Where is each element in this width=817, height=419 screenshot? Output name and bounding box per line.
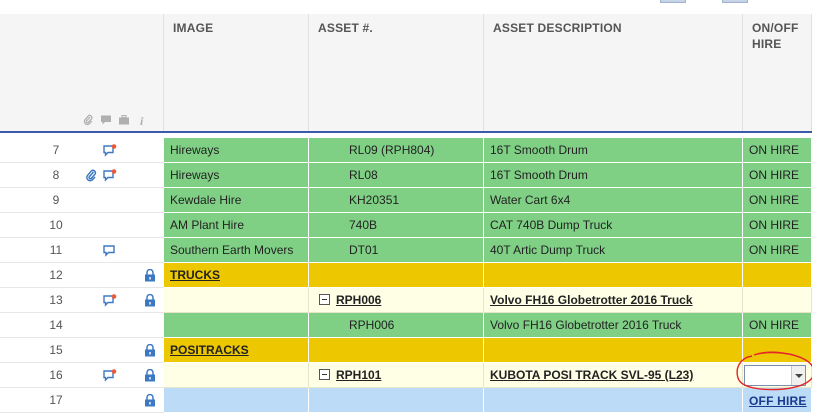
table-row-parent[interactable]: 13 RPH006 Volvo FH16 Globetrotter 2016 T…: [0, 288, 812, 313]
cell-image[interactable]: [164, 313, 309, 338]
paperclip-icon[interactable]: [84, 169, 98, 182]
cell-hire[interactable]: ON HIRE: [743, 213, 812, 238]
comment-with-alert-icon[interactable]: [103, 144, 117, 157]
grid-header: i IMAGE ASSET #. ASSET DESCRIPTION ON/OF…: [0, 14, 817, 132]
table-row-group-header[interactable]: 12 TRUCKS: [0, 263, 812, 288]
cell-hire[interactable]: [743, 263, 812, 288]
lock-icon: [145, 269, 155, 282]
cell-asset[interactable]: RL09 (RPH804): [309, 138, 484, 163]
row-number: 7: [52, 143, 60, 157]
comment-with-alert-icon[interactable]: [103, 369, 117, 382]
cell-hire[interactable]: [743, 338, 812, 363]
table-row[interactable]: 10 AM Plant Hire 740B CAT 740B Dump Truc…: [0, 213, 812, 238]
comment-icon[interactable]: [103, 244, 117, 257]
table-row-selected[interactable]: 17: [0, 388, 812, 413]
row-number: 16: [49, 368, 63, 382]
header-gutter: i: [0, 14, 164, 132]
table-row[interactable]: 7 Hireways RL09 (RPH804) 16T Smooth Drum…: [0, 138, 812, 163]
cell-asset[interactable]: [309, 388, 484, 413]
cell-hire[interactable]: ON HIRE: [743, 138, 812, 163]
collapse-icon[interactable]: [319, 294, 330, 306]
row-number: 17: [49, 393, 63, 407]
row-number: 10: [49, 218, 63, 232]
lock-icon: [145, 394, 155, 407]
cell-image[interactable]: [164, 363, 309, 388]
table-row[interactable]: 14 RPH006 Volvo FH16 Globetrotter 2016 T…: [0, 313, 812, 338]
cell-description[interactable]: [484, 338, 743, 363]
comment-icon[interactable]: [100, 114, 112, 126]
cell-asset[interactable]: [309, 338, 484, 363]
toolbar-button[interactable]: [660, 0, 686, 3]
asset-label: RPH006: [336, 293, 382, 307]
info-icon[interactable]: i: [136, 114, 148, 126]
cell-description[interactable]: CAT 740B Dump Truck: [484, 213, 743, 238]
cell-hire[interactable]: ON HIRE: [743, 188, 812, 213]
row-number: 13: [49, 293, 63, 307]
cell-image[interactable]: Kewdale Hire: [164, 188, 309, 213]
cell-image[interactable]: AM Plant Hire: [164, 213, 309, 238]
cell-image[interactable]: TRUCKS: [164, 263, 309, 288]
paperclip-icon[interactable]: [82, 114, 94, 126]
header-divider: [0, 131, 812, 133]
row-number: 12: [49, 268, 63, 282]
cell-asset[interactable]: RPH101: [309, 363, 484, 388]
cell-description[interactable]: Volvo FH16 Globetrotter 2016 Truck: [484, 313, 743, 338]
cell-asset[interactable]: DT01: [309, 238, 484, 263]
cell-asset[interactable]: RPH006: [309, 313, 484, 338]
cell-hire[interactable]: ON HIRE: [743, 163, 812, 188]
row-number: 8: [52, 168, 60, 182]
dropdown-option-off-hire[interactable]: OFF HIRE: [749, 394, 807, 408]
lock-icon: [145, 369, 155, 382]
toolbar-button[interactable]: [722, 0, 748, 3]
cell-description[interactable]: Volvo FH16 Globetrotter 2016 Truck: [484, 288, 743, 313]
cell-image[interactable]: Hireways: [164, 163, 309, 188]
cell-asset[interactable]: RPH006: [309, 288, 484, 313]
asset-label: RPH101: [336, 368, 382, 382]
comment-with-alert-icon[interactable]: [103, 294, 117, 307]
chevron-down-icon[interactable]: [791, 366, 805, 385]
lock-icon: [145, 344, 155, 357]
right-edge: [812, 14, 817, 419]
table-row[interactable]: 8 Hireways RL08 16T Smooth Drum ON HIRE: [0, 163, 812, 188]
table-row-parent[interactable]: 16 RPH101 KUBOTA POSI TRACK SVL-95 (L23): [0, 363, 812, 388]
cell-image[interactable]: [164, 288, 309, 313]
cell-asset[interactable]: KH20351: [309, 188, 484, 213]
top-toolbar-strip: [0, 0, 817, 3]
cell-image[interactable]: [164, 388, 309, 413]
cell-image[interactable]: POSITRACKS: [164, 338, 309, 363]
row-number: 9: [52, 193, 60, 207]
cell-asset[interactable]: [309, 263, 484, 288]
column-header-asset[interactable]: ASSET #.: [309, 14, 484, 132]
column-header-hire[interactable]: ON/OFF HIRE: [743, 14, 812, 132]
table-row-group-header[interactable]: 15 POSITRACKS: [0, 338, 812, 363]
cell-description[interactable]: 16T Smooth Drum: [484, 163, 743, 188]
cell-hire[interactable]: ON HIRE: [743, 313, 812, 338]
lock-icon: [145, 294, 155, 307]
cell-asset[interactable]: RL08: [309, 163, 484, 188]
cell-description[interactable]: 16T Smooth Drum: [484, 138, 743, 163]
column-header-image[interactable]: IMAGE: [164, 14, 309, 132]
table-row[interactable]: 9 Kewdale Hire KH20351 Water Cart 6x4 ON…: [0, 188, 812, 213]
cell-image[interactable]: Southern Earth Movers: [164, 238, 309, 263]
cell-asset[interactable]: 740B: [309, 213, 484, 238]
cell-hire[interactable]: ON HIRE: [743, 238, 812, 263]
svg-text:i: i: [140, 114, 144, 126]
row-number: 11: [49, 243, 63, 257]
hire-status-dropdown[interactable]: [744, 365, 806, 386]
row-number: 14: [49, 318, 63, 332]
cell-description[interactable]: 40T Artic Dump Truck: [484, 238, 743, 263]
column-header-description[interactable]: ASSET DESCRIPTION: [484, 14, 743, 132]
briefcase-icon[interactable]: [118, 114, 130, 126]
collapse-icon[interactable]: [319, 369, 330, 381]
cell-description[interactable]: [484, 263, 743, 288]
header-icon-group: i: [82, 114, 148, 126]
cell-description[interactable]: [484, 388, 743, 413]
table-row[interactable]: 11 Southern Earth Movers DT01 40T Artic …: [0, 238, 812, 263]
cell-description[interactable]: KUBOTA POSI TRACK SVL-95 (L23): [484, 363, 743, 388]
row-number: 15: [49, 343, 63, 357]
comment-with-alert-icon[interactable]: [103, 169, 117, 182]
cell-hire[interactable]: [743, 288, 812, 313]
cell-image[interactable]: Hireways: [164, 138, 309, 163]
cell-description[interactable]: Water Cart 6x4: [484, 188, 743, 213]
